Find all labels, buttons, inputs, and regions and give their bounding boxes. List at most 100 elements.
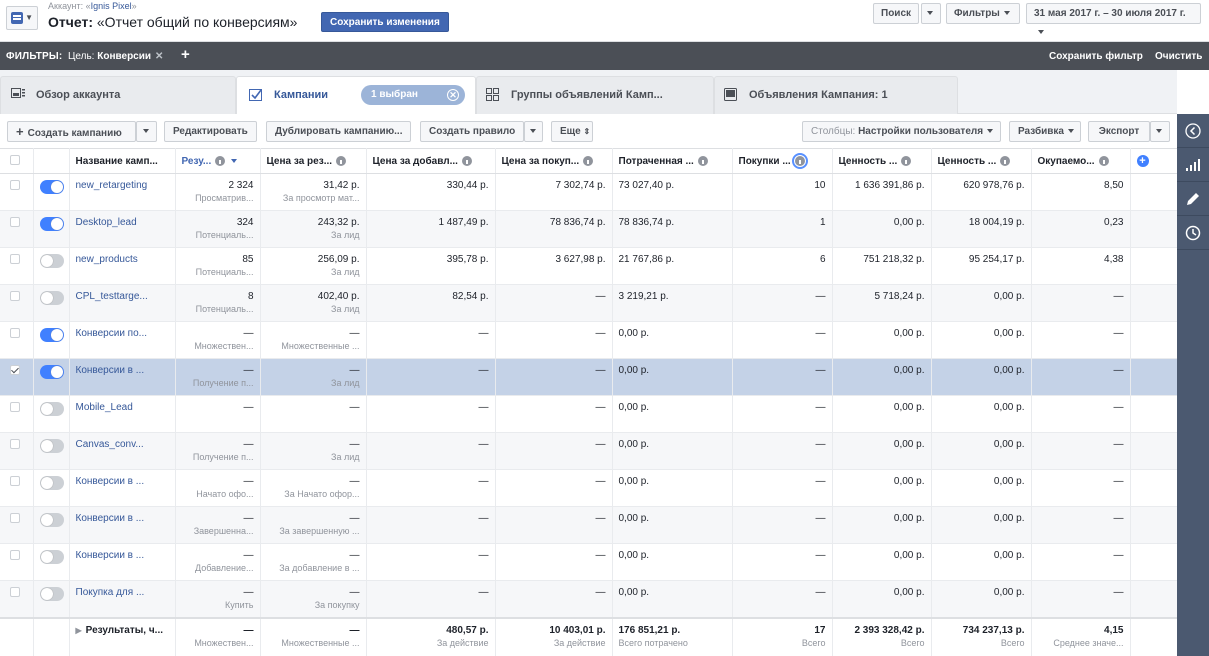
row-checkbox[interactable] bbox=[10, 180, 20, 190]
create-campaign-button[interactable]: + Создать кампанию bbox=[7, 121, 136, 142]
export-button[interactable]: Экспорт bbox=[1088, 121, 1150, 142]
clear-filters-button[interactable]: Очистить bbox=[1155, 51, 1202, 62]
edit-panel-button[interactable] bbox=[1177, 182, 1209, 216]
delivery-toggle[interactable] bbox=[39, 513, 64, 527]
search-dropdown-button[interactable] bbox=[921, 3, 941, 24]
save-filter-button[interactable]: Сохранить фильтр bbox=[1049, 51, 1143, 62]
close-icon[interactable]: ✕ bbox=[447, 89, 459, 101]
col-amount-spent[interactable]: Потраченная ... bbox=[612, 148, 733, 174]
col-cost-per-result[interactable]: Цена за рез... bbox=[260, 148, 367, 174]
delivery-toggle[interactable] bbox=[39, 254, 64, 268]
info-icon[interactable] bbox=[336, 155, 347, 166]
table-row[interactable]: Desktop_lead 324 Потенциаль... 243,32 р. За … bbox=[0, 210, 1177, 248]
col-results[interactable]: Резу... bbox=[175, 148, 261, 174]
delivery-toggle[interactable] bbox=[39, 476, 64, 490]
row-select-cell[interactable] bbox=[0, 469, 34, 507]
delivery-toggle[interactable] bbox=[39, 180, 64, 194]
filters-button[interactable]: Фильтры bbox=[946, 3, 1020, 24]
delivery-toggle[interactable] bbox=[39, 217, 64, 231]
table-row[interactable]: Canvas_conv... — Получение п... — За лид — —0,… bbox=[0, 432, 1177, 470]
table-row[interactable]: Конверсии в ... — Завершенна... — За заверше… bbox=[0, 506, 1177, 544]
add-filter-button[interactable]: + bbox=[181, 46, 190, 63]
info-icon[interactable] bbox=[461, 155, 472, 166]
col-value-2[interactable]: Ценность ... bbox=[931, 148, 1032, 174]
info-icon[interactable] bbox=[901, 155, 912, 166]
select-all-checkbox[interactable] bbox=[10, 154, 20, 165]
table-row[interactable]: new_retargeting 2 324 Просматрив... 31,42 р… bbox=[0, 173, 1177, 211]
campaign-name-link[interactable]: Конверсии в ... bbox=[69, 358, 176, 396]
edit-button[interactable]: Редактировать bbox=[164, 121, 257, 142]
info-icon[interactable] bbox=[697, 155, 708, 166]
row-toggle-cell[interactable] bbox=[33, 543, 70, 581]
row-toggle-cell[interactable] bbox=[33, 173, 70, 211]
delivery-toggle[interactable] bbox=[39, 291, 64, 305]
charts-button[interactable] bbox=[1177, 148, 1209, 182]
columns-button[interactable]: Столбцы: Настройки пользователя bbox=[802, 121, 1001, 142]
row-select-cell[interactable] bbox=[0, 358, 34, 396]
select-all-cell[interactable] bbox=[0, 148, 34, 174]
add-column-icon[interactable]: + bbox=[1136, 155, 1149, 167]
col-campaign-name[interactable]: Название камп... bbox=[69, 148, 176, 174]
info-icon[interactable] bbox=[791, 152, 808, 169]
totals-label-cell[interactable]: ▶ Результаты, ч... bbox=[69, 616, 176, 656]
info-icon[interactable] bbox=[215, 155, 226, 166]
row-select-cell[interactable] bbox=[0, 506, 34, 544]
row-toggle-cell[interactable] bbox=[33, 580, 70, 618]
row-toggle-cell[interactable] bbox=[33, 469, 70, 507]
add-column-cell[interactable]: + bbox=[1130, 148, 1177, 174]
account-link[interactable]: Ignis Pixel bbox=[91, 1, 132, 11]
row-toggle-cell[interactable] bbox=[33, 284, 70, 322]
campaign-name-link[interactable]: Конверсии по... bbox=[69, 321, 176, 359]
table-row[interactable]: Mobile_Lead — — — —0,00 р. —0,00 р. 0,00 р. — bbox=[0, 395, 1177, 433]
row-checkbox[interactable] bbox=[10, 402, 20, 412]
campaign-name-link[interactable]: new_retargeting bbox=[69, 173, 176, 211]
row-checkbox[interactable] bbox=[10, 291, 20, 301]
col-cost-per-add[interactable]: Цена за добавл... bbox=[366, 148, 496, 174]
table-row[interactable]: Конверсии в ... — Добавление... — За добавле… bbox=[0, 543, 1177, 581]
row-checkbox[interactable] bbox=[10, 328, 20, 338]
info-icon[interactable] bbox=[1000, 155, 1011, 166]
row-checkbox[interactable] bbox=[10, 439, 20, 449]
row-select-cell[interactable] bbox=[0, 395, 34, 433]
campaign-name-link[interactable]: new_products bbox=[69, 247, 176, 285]
row-select-cell[interactable] bbox=[0, 432, 34, 470]
row-select-cell[interactable] bbox=[0, 210, 34, 248]
export-dropdown[interactable] bbox=[1150, 121, 1170, 142]
breakdown-button[interactable]: Разбивка bbox=[1009, 121, 1081, 142]
tab-adsets[interactable]: Группы объявлений Камп... bbox=[476, 76, 714, 114]
row-toggle-cell[interactable] bbox=[33, 432, 70, 470]
table-row[interactable]: CPL_testtarge... 8 Потенциаль... 402,40 р. З… bbox=[0, 284, 1177, 322]
campaign-name-link[interactable]: Конверсии в ... bbox=[69, 469, 176, 507]
col-roas[interactable]: Окупаемо... bbox=[1031, 148, 1131, 174]
filter-chip-goal[interactable]: Цель: Конверсии ✕ bbox=[68, 51, 163, 62]
row-select-cell[interactable] bbox=[0, 284, 34, 322]
col-value-1[interactable]: Ценность ... bbox=[832, 148, 932, 174]
report-type-dropdown[interactable]: ▼ bbox=[6, 6, 38, 30]
table-row[interactable]: Конверсии в ... — Начато офо... — За Начато … bbox=[0, 469, 1177, 507]
row-toggle-cell[interactable] bbox=[33, 358, 70, 396]
info-icon[interactable] bbox=[583, 155, 594, 166]
row-checkbox[interactable] bbox=[10, 254, 20, 264]
campaign-name-link[interactable]: Конверсии в ... bbox=[69, 543, 176, 581]
campaign-name-link[interactable]: Конверсии в ... bbox=[69, 506, 176, 544]
row-checkbox[interactable] bbox=[10, 513, 20, 523]
create-rule-dropdown[interactable] bbox=[524, 121, 543, 142]
campaign-name-link[interactable]: CPL_testtarge... bbox=[69, 284, 176, 322]
table-row[interactable]: Конверсии по... — Множествен... — Множествен… bbox=[0, 321, 1177, 359]
more-button[interactable]: Еще ⇕ bbox=[551, 121, 593, 142]
collapse-sidebar-button[interactable] bbox=[1177, 114, 1209, 148]
row-toggle-cell[interactable] bbox=[33, 395, 70, 433]
row-checkbox[interactable] bbox=[10, 365, 20, 375]
info-icon[interactable] bbox=[1098, 155, 1109, 166]
row-select-cell[interactable] bbox=[0, 173, 34, 211]
delivery-toggle[interactable] bbox=[39, 365, 64, 379]
delivery-toggle[interactable] bbox=[39, 402, 64, 416]
row-checkbox[interactable] bbox=[10, 587, 20, 597]
row-toggle-cell[interactable] bbox=[33, 321, 70, 359]
search-button[interactable]: Поиск bbox=[873, 3, 919, 24]
tab-account-overview[interactable]: Обзор аккаунта bbox=[0, 76, 236, 114]
remove-filter-icon[interactable]: ✕ bbox=[155, 51, 163, 62]
campaign-name-link[interactable]: Mobile_Lead bbox=[69, 395, 176, 433]
history-button[interactable] bbox=[1177, 216, 1209, 250]
row-checkbox[interactable] bbox=[10, 217, 20, 227]
